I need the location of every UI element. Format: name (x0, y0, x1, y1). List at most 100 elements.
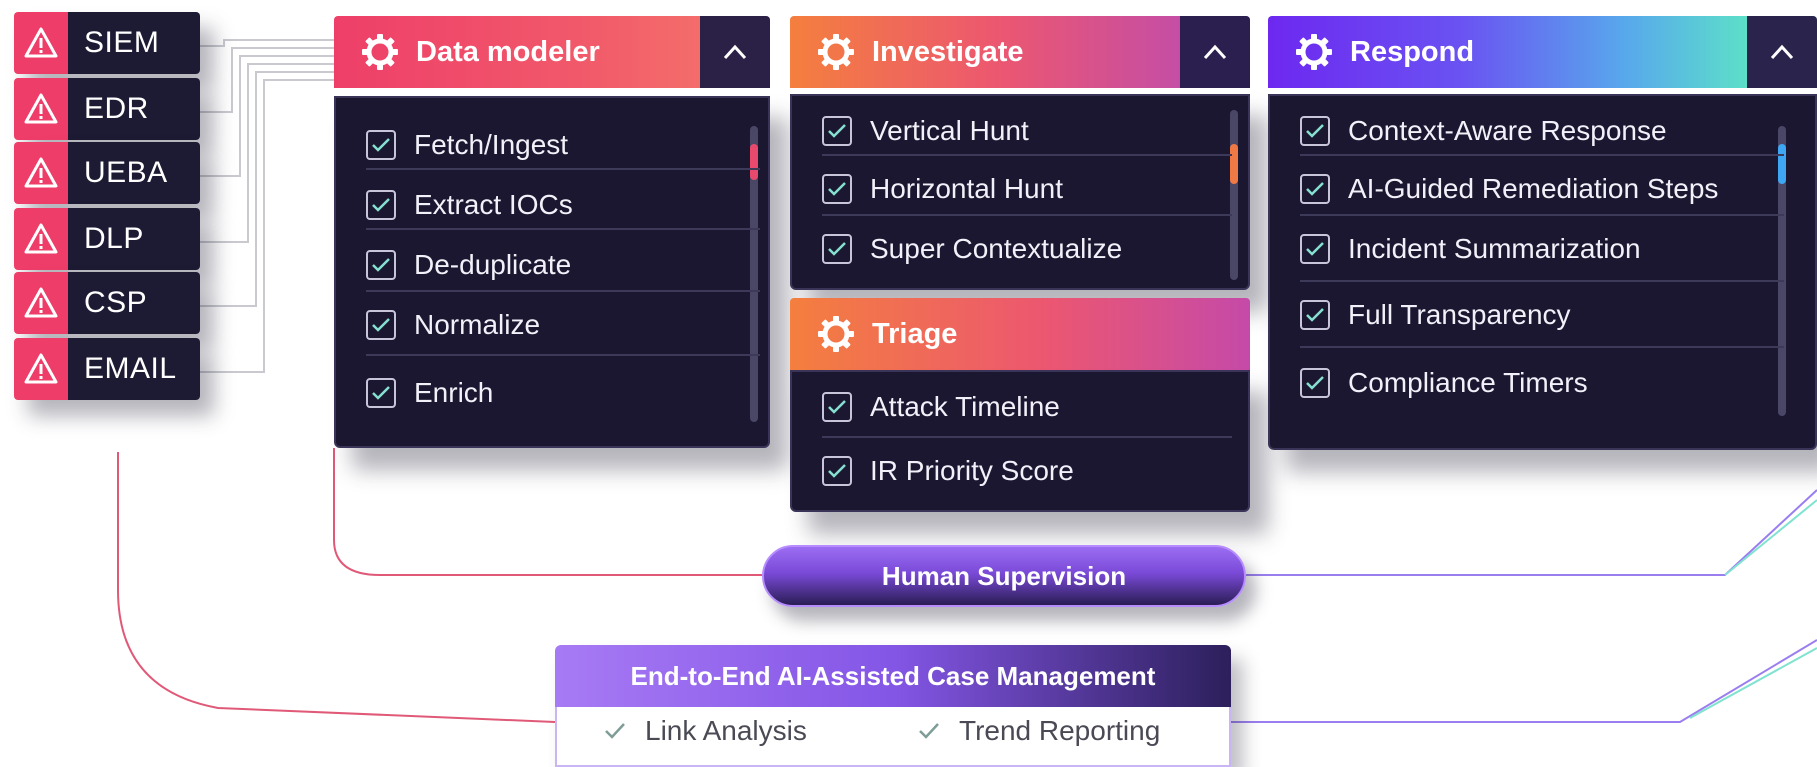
warning-triangle-icon (14, 272, 68, 334)
checklist-item[interactable]: Vertical Hunt (822, 102, 1029, 160)
checklist-item[interactable]: Horizontal Hunt (822, 160, 1063, 218)
chevron-up-icon (1770, 44, 1794, 60)
scrollbar-thumb[interactable] (1778, 144, 1786, 184)
warning-triangle-icon (14, 338, 68, 400)
panel-respond: Respond Context-Aware Response AI-Guided … (1268, 16, 1817, 452)
checklist-item[interactable]: Full Transparency (1300, 286, 1571, 344)
checklist-item[interactable]: Attack Timeline (822, 378, 1060, 436)
case-management-body: Link Analysis Trend Reporting (555, 707, 1231, 767)
checkbox-checked-icon[interactable] (822, 174, 852, 204)
item-divider (1300, 214, 1784, 216)
chevron-up-icon (1203, 44, 1227, 60)
panel-header[interactable]: Investigate (790, 16, 1250, 88)
checklist-item-label: Compliance Timers (1348, 367, 1588, 398)
item-divider (1300, 154, 1784, 156)
scrollbar-thumb[interactable] (1230, 144, 1238, 184)
checklist-item-label: Fetch/Ingest (414, 129, 569, 160)
checkbox-checked-icon[interactable] (1300, 300, 1330, 330)
panel-header[interactable]: Data modeler (334, 16, 770, 88)
scrollbar-track[interactable] (1230, 110, 1238, 280)
checkbox-checked-icon[interactable] (366, 250, 396, 280)
panel-body: Attack Timeline IR Priority Score (790, 370, 1250, 512)
checklist-item[interactable]: Context-Aware Response (1300, 102, 1667, 160)
panel-title: Respond (1350, 35, 1475, 68)
scrollbar-thumb[interactable] (750, 144, 758, 180)
collapse-button[interactable] (700, 16, 770, 88)
item-divider (366, 228, 760, 230)
panel-body: Fetch/Ingest Extract IOCs De-duplicate Norm… (334, 96, 770, 448)
source-ueba[interactable]: UEBA (14, 142, 200, 204)
source-siem[interactable]: SIEM (14, 12, 200, 74)
human-supervision-pill[interactable]: Human Supervision (762, 545, 1246, 607)
case-item-label: Trend Reporting (959, 715, 1161, 746)
checklist-item-label: De-duplicate (414, 249, 572, 280)
collapse-button[interactable] (1180, 16, 1250, 88)
panel-title: Data modeler (416, 35, 600, 68)
checklist-item[interactable]: Compliance Timers (1300, 354, 1588, 412)
checklist-item[interactable]: AI-Guided Remediation Steps (1300, 160, 1718, 218)
checklist-item-label: AI-Guided Remediation Steps (1348, 173, 1719, 204)
checklist-item[interactable]: Super Contextualize (822, 220, 1122, 278)
checklist-item-label: Normalize (414, 309, 541, 340)
checklist-item-label: Super Contextualize (870, 233, 1123, 264)
item-divider (366, 168, 760, 170)
checkbox-checked-icon[interactable] (822, 456, 852, 486)
chevron-up-icon (723, 44, 747, 60)
warning-triangle-icon (14, 208, 68, 270)
checkbox-checked-icon[interactable] (366, 310, 396, 340)
source-label: DLP (68, 208, 200, 270)
checkbox-checked-icon[interactable] (822, 116, 852, 146)
checklist-item-label: Full Transparency (1348, 299, 1571, 330)
checklist-item[interactable]: Enrich (366, 364, 493, 422)
source-edr[interactable]: EDR (14, 78, 200, 140)
checkbox-checked-icon[interactable] (822, 392, 852, 422)
checkbox-checked-icon[interactable] (822, 234, 852, 264)
case-item-label: Link Analysis (645, 715, 807, 746)
source-dlp[interactable]: DLP (14, 208, 200, 270)
checklist-item[interactable]: Incident Summarization (1300, 220, 1641, 278)
panel-body: Vertical Hunt Horizontal Hunt Super Contex… (790, 94, 1250, 290)
source-email[interactable]: EMAIL (14, 338, 200, 400)
collapse-button[interactable] (1747, 16, 1817, 88)
checklist-item-label: IR Priority Score (870, 455, 1074, 486)
panel-data-modeler: Data modeler Fetch/Ingest Extract IOCs De-… (334, 16, 770, 448)
checklist-item[interactable]: IR Priority Score (822, 442, 1074, 500)
source-label: SIEM (68, 12, 200, 74)
checklist-item[interactable]: Extract IOCs (366, 176, 573, 234)
case-item-trend-reporting[interactable]: Trend Reporting (917, 715, 1160, 747)
panel-investigate: Investigate Vertical Hunt Horizontal Hunt… (790, 16, 1250, 290)
checklist-item[interactable]: Fetch/Ingest (366, 116, 568, 174)
checklist-item-label: Context-Aware Response (1348, 115, 1667, 146)
checkbox-checked-icon[interactable] (1300, 174, 1330, 204)
checklist-item[interactable]: Normalize (366, 296, 540, 354)
checkbox-checked-icon[interactable] (366, 378, 396, 408)
checklist-item-label: Incident Summarization (1348, 233, 1641, 264)
check-icon (919, 723, 939, 739)
case-item-link-analysis[interactable]: Link Analysis (603, 715, 807, 747)
item-divider (822, 214, 1232, 216)
panel-header[interactable]: Respond (1268, 16, 1817, 88)
item-divider (822, 154, 1232, 156)
panel-title: Investigate (872, 35, 1024, 68)
source-csp[interactable]: CSP (14, 272, 200, 334)
item-divider (1300, 346, 1784, 348)
checkbox-checked-icon[interactable] (1300, 116, 1330, 146)
gear-icon (360, 32, 400, 72)
item-divider (1300, 280, 1784, 282)
item-divider (366, 354, 760, 356)
checkbox-checked-icon[interactable] (366, 190, 396, 220)
checkbox-checked-icon[interactable] (366, 130, 396, 160)
checklist-item-label: Attack Timeline (870, 391, 1060, 422)
source-label: UEBA (68, 142, 200, 204)
panel-header[interactable]: Triage (790, 298, 1250, 370)
warning-triangle-icon (14, 12, 68, 74)
checklist-item-label: Enrich (414, 377, 494, 408)
checkbox-checked-icon[interactable] (1300, 234, 1330, 264)
item-divider (822, 436, 1232, 438)
panel-title: Triage (872, 317, 958, 350)
panel-body: Context-Aware Response AI-Guided Remediat… (1268, 94, 1817, 450)
source-label: EDR (68, 78, 200, 140)
checklist-item[interactable]: De-duplicate (366, 236, 571, 294)
checkbox-checked-icon[interactable] (1300, 368, 1330, 398)
checklist-item-label: Horizontal Hunt (870, 173, 1063, 204)
